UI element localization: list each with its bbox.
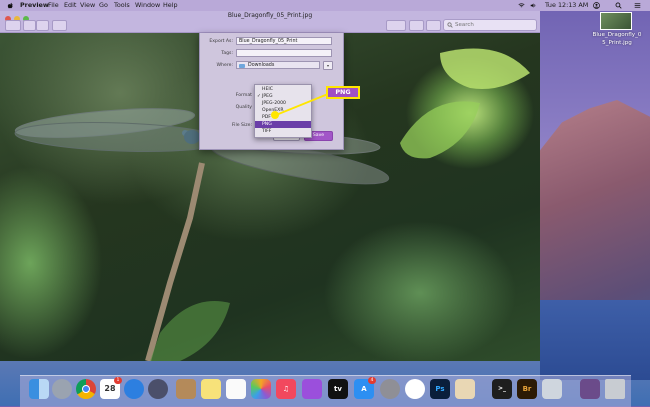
desktop-file-thumbnail[interactable] [600,12,632,30]
dock-reminders[interactable] [226,379,246,399]
dock-trash[interactable] [605,379,625,399]
dock-photos[interactable] [251,379,271,399]
dock-documents[interactable] [580,379,600,399]
dock-safari[interactable] [124,379,144,399]
calendar-badge: 1 [114,377,122,384]
dock-preview[interactable] [455,379,475,399]
dock-slack[interactable] [405,379,425,399]
dock-music[interactable]: ♫ [276,379,296,399]
dock-chrome[interactable] [76,379,96,399]
desktop-file-label[interactable]: Blue_Dragonfly_0 5_Print.jpg [588,32,646,47]
dock-tv[interactable]: tv [328,379,348,399]
png-callout: PNG [326,86,360,99]
dock-settings[interactable] [380,379,400,399]
dock-image-capture[interactable] [542,379,562,399]
dock-contacts[interactable] [176,379,196,399]
dock-terminal[interactable]: >_ [492,379,512,399]
dock-finder[interactable] [29,379,49,399]
dock-bridge[interactable]: Br [517,379,537,399]
dock-rocket[interactable] [148,379,168,399]
dock-launchpad[interactable] [52,379,72,399]
dock-podcasts[interactable] [302,379,322,399]
dock-photoshop[interactable]: Ps [430,379,450,399]
callout-pointer [271,93,329,119]
app-store-badge: 4 [368,377,376,384]
dock-notes[interactable] [201,379,221,399]
